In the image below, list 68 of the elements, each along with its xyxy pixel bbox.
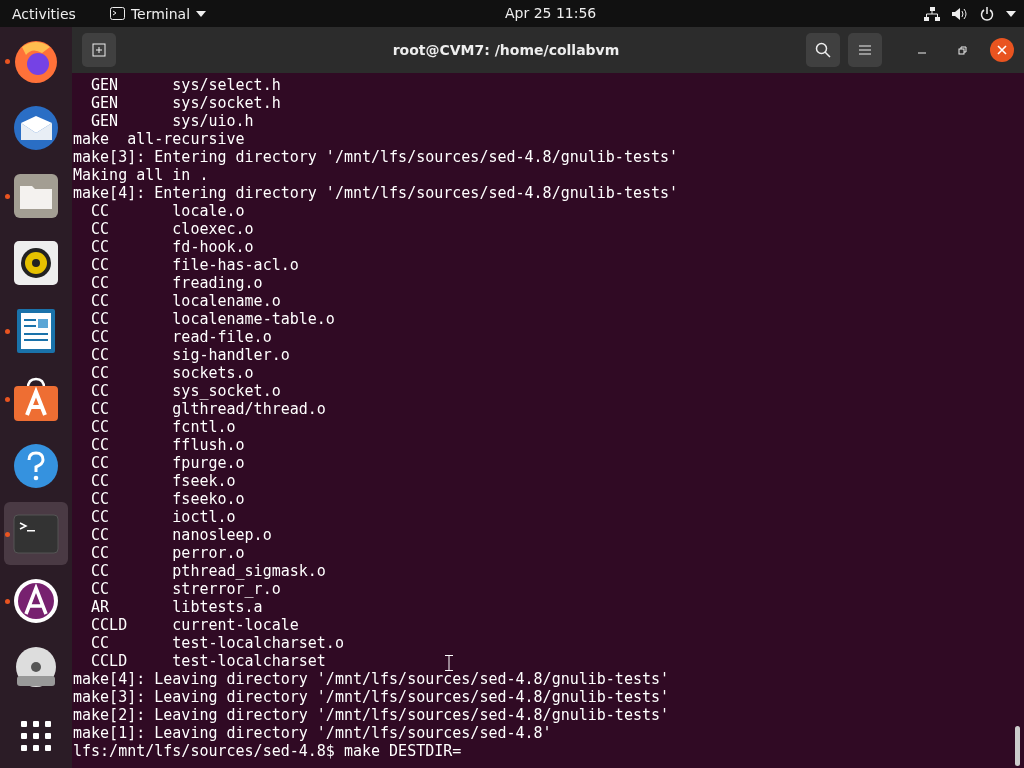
window-title: root@CVM7: /home/collabvm bbox=[391, 42, 621, 58]
terminal-line: CC freading.o bbox=[90, 274, 263, 292]
search-icon bbox=[815, 42, 831, 58]
terminal-icon bbox=[109, 7, 125, 20]
speaker-icon bbox=[13, 240, 59, 287]
terminal-line: CC localename-table.o bbox=[90, 310, 335, 328]
terminal-line: make[3]: Entering directory '/mnt/lfs/sources/sed-4.8/gnulib-tests' bbox=[73, 148, 679, 166]
terminal-line: CC locale.o bbox=[90, 202, 245, 220]
terminal-line: CC file-has-acl.o bbox=[90, 256, 299, 274]
new-tab-icon bbox=[92, 43, 106, 57]
help-icon bbox=[13, 443, 59, 490]
terminal-line: CC cloexec.o bbox=[90, 220, 254, 238]
terminal-line: CC glthread/thread.o bbox=[90, 400, 326, 418]
menu-icon bbox=[859, 45, 871, 55]
restore-icon bbox=[957, 45, 967, 55]
terminal-line: CC sys_socket.o bbox=[90, 382, 281, 400]
terminal-line: lfs:/mnt/lfs/sources/sed-4.8$ make DESTDIR= bbox=[73, 742, 462, 760]
terminal-line: make[1]: Leaving directory '/mnt/lfs/sources/sed-4.8' bbox=[73, 724, 552, 742]
terminal-line: CC ioctl.o bbox=[90, 508, 236, 526]
activities-button[interactable]: Activities bbox=[12, 5, 76, 22]
terminal-line: CC localename.o bbox=[90, 292, 281, 310]
terminal-line: CC nanosleep.o bbox=[90, 526, 272, 544]
terminal-icon bbox=[13, 513, 59, 554]
terminal-line: GEN sys/uio.h bbox=[90, 112, 254, 130]
clock[interactable]: Apr 25 11:56 bbox=[505, 5, 597, 21]
terminal-line: CC perror.o bbox=[90, 544, 245, 562]
envelope-icon bbox=[12, 104, 60, 153]
caret-icon bbox=[196, 10, 207, 17]
terminal-line: CC sig-handler.o bbox=[90, 346, 290, 364]
text-cursor-icon bbox=[445, 655, 453, 671]
terminal-line: GEN sys/socket.h bbox=[90, 94, 281, 112]
terminal-line: AR libtests.a bbox=[90, 598, 263, 616]
terminal-line: CC fflush.o bbox=[90, 436, 245, 454]
terminal-line: make[3]: Leaving directory '/mnt/lfs/sources/sed-4.8/gnulib-tests' bbox=[73, 688, 670, 706]
shopping-bag-icon bbox=[13, 375, 59, 422]
caret-icon bbox=[1006, 10, 1016, 17]
terminal-line: CC fpurge.o bbox=[90, 454, 245, 472]
terminal-line: CC fcntl.o bbox=[90, 418, 236, 436]
volume-icon bbox=[952, 6, 968, 21]
terminal-line: CC fd-hook.o bbox=[90, 238, 254, 256]
power-icon bbox=[980, 6, 994, 21]
terminal-line: CC test-localcharset.o bbox=[90, 634, 344, 652]
close-icon bbox=[997, 45, 1007, 55]
circle-a-icon bbox=[13, 578, 59, 625]
terminal-line: CCLD current-locale bbox=[90, 616, 299, 634]
terminal-line: make all-recursive bbox=[73, 130, 245, 148]
terminal-line: CC read-file.o bbox=[90, 328, 272, 346]
terminal-line: make[2]: Leaving directory '/mnt/lfs/sources/sed-4.8/gnulib-tests' bbox=[73, 706, 670, 724]
search-button[interactable] bbox=[806, 33, 840, 67]
app-grid-icon bbox=[19, 719, 53, 754]
terminal-line: CCLD test-localcharset bbox=[90, 652, 326, 670]
scrollbar[interactable] bbox=[1015, 726, 1020, 766]
terminal-line: GEN sys/select.h bbox=[90, 76, 281, 94]
terminal-line: make[4]: Entering directory '/mnt/lfs/sources/sed-4.8/gnulib-tests' bbox=[73, 184, 679, 202]
new-tab-button[interactable] bbox=[82, 33, 116, 67]
terminal-line: CC strerror_r.o bbox=[90, 580, 281, 598]
terminal-line: CC fseek.o bbox=[90, 472, 236, 490]
folder-icon bbox=[13, 172, 59, 219]
document-icon bbox=[14, 306, 58, 355]
menu-button[interactable] bbox=[848, 33, 882, 67]
network-icon bbox=[924, 6, 940, 21]
terminal-line: CC sockets.o bbox=[90, 364, 254, 382]
close-button[interactable] bbox=[990, 38, 1014, 62]
terminal-line: make[4]: Leaving directory '/mnt/lfs/sources/sed-4.8/gnulib-tests' bbox=[73, 670, 670, 688]
app-menu[interactable]: Terminal bbox=[130, 5, 191, 22]
terminal-line: CC fseeko.o bbox=[90, 490, 245, 508]
terminal-line: CC pthread_sigmask.o bbox=[90, 562, 326, 580]
terminal-line: Making all in . bbox=[73, 166, 209, 184]
